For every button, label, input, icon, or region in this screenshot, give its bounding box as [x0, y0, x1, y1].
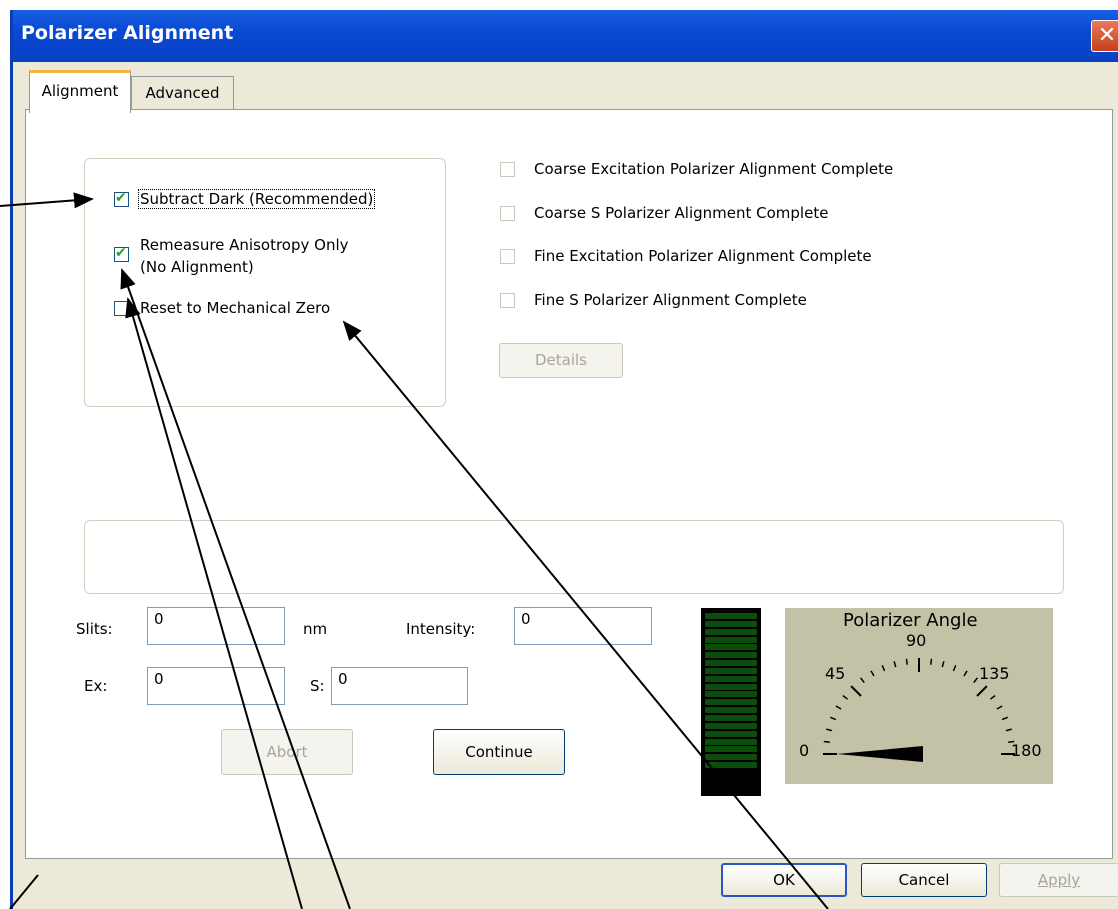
dial-tick: [1008, 740, 1015, 743]
subtract-dark-checkbox[interactable]: ✔: [114, 190, 129, 207]
reset-mechanical-zero-checkbox[interactable]: [114, 301, 129, 316]
dial-tick: [952, 665, 957, 672]
dial-tick: [850, 685, 862, 697]
dial-tick: [973, 677, 979, 684]
dial-tick: [870, 670, 875, 677]
dial-tick: [830, 716, 837, 721]
dial-tick: [881, 665, 886, 672]
s-input[interactable]: 0: [331, 667, 468, 705]
cancel-button[interactable]: Cancel: [861, 863, 987, 897]
meter-segment: [705, 628, 757, 635]
slits-input[interactable]: 0: [147, 607, 285, 645]
dial-tick: [989, 694, 996, 700]
message-area: [84, 520, 1064, 594]
polarizer-alignment-dialog: Polarizer Alignment ✕ Alignment Advanced…: [10, 10, 1118, 909]
check-mark-icon: ✔: [115, 190, 127, 206]
reset-mechanical-zero-label[interactable]: Reset to Mechanical Zero: [140, 299, 330, 317]
meter-segment: [705, 714, 757, 721]
meter-segment: [705, 675, 757, 682]
dial-tick: [905, 658, 908, 665]
intensity-input[interactable]: 0: [514, 607, 652, 645]
dial-tick: [893, 661, 897, 668]
status-label: Coarse Excitation Polarizer Alignment Co…: [534, 160, 894, 178]
meter-segment: [705, 738, 757, 745]
remeasure-anisotropy-checkbox[interactable]: ✔: [114, 245, 129, 262]
dial-tick: [976, 685, 988, 697]
tab-advanced[interactable]: Advanced: [131, 76, 234, 111]
ex-input[interactable]: 0: [147, 667, 285, 705]
apply-button[interactable]: Apply: [999, 863, 1118, 897]
ex-label: Ex:: [84, 677, 108, 695]
dial-tick: [930, 658, 933, 665]
dial-tick: [1001, 716, 1008, 721]
status-label: Coarse S Polarizer Alignment Complete: [534, 204, 829, 222]
dial-tick: [996, 705, 1003, 710]
dial-tick: [826, 728, 833, 732]
intensity-label: Intensity:: [406, 620, 476, 638]
meter-segment: [705, 620, 757, 627]
meter-segment: [705, 691, 757, 698]
dial-gauge: [823, 658, 1015, 762]
dial-tick: [941, 661, 945, 668]
status-label: Fine Excitation Polarizer Alignment Comp…: [534, 247, 872, 265]
continue-button[interactable]: Continue: [433, 729, 565, 775]
status-checkbox: [500, 206, 515, 221]
remeasure-anisotropy-label-line2[interactable]: (No Alignment): [140, 258, 254, 276]
polarizer-angle-dial: Polarizer Angle 90 45 135 0 180: [785, 608, 1053, 784]
meter-segment: [705, 754, 757, 761]
meter-segment: [705, 660, 757, 667]
status-label: Fine S Polarizer Alignment Complete: [534, 291, 807, 309]
details-button[interactable]: Details: [499, 343, 623, 378]
dial-needle: [837, 746, 923, 762]
meter-segment: [705, 667, 757, 674]
meter-segment: [705, 652, 757, 659]
remeasure-anisotropy-label-line1[interactable]: Remeasure Anisotropy Only: [140, 236, 349, 254]
check-mark-icon: ✔: [115, 245, 127, 261]
meter-segment: [705, 683, 757, 690]
meter-segment: [705, 636, 757, 643]
meter-segment: [705, 746, 757, 753]
meter-segment: [705, 644, 757, 651]
dial-tick: [1005, 728, 1012, 732]
dial-ticks: [823, 658, 1015, 755]
intensity-meter: [701, 608, 761, 796]
abort-button[interactable]: Abort: [221, 729, 353, 775]
slits-unit-label: nm: [303, 620, 328, 638]
dial-tick: [963, 670, 968, 677]
slits-label: Slits:: [76, 620, 113, 638]
subtract-dark-label[interactable]: Subtract Dark (Recommended): [138, 189, 376, 209]
window-title: Polarizer Alignment: [21, 22, 234, 44]
dial-tick: [835, 705, 842, 710]
meter-segment: [705, 613, 757, 619]
meter-segment: [705, 722, 757, 729]
meter-segment: [705, 699, 757, 706]
meter-segment: [705, 762, 757, 769]
dial-tick: [842, 694, 849, 700]
s-label: S:: [310, 677, 325, 695]
dial-tick: [823, 740, 830, 743]
dial-tick: [859, 677, 865, 684]
status-checkbox: [500, 249, 515, 264]
title-bar[interactable]: Polarizer Alignment ✕: [13, 10, 1118, 62]
meter-segment: [705, 707, 757, 714]
tab-alignment[interactable]: Alignment: [29, 70, 131, 113]
close-icon[interactable]: ✕: [1091, 20, 1118, 52]
meter-segment: [705, 730, 757, 737]
status-checkbox: [500, 162, 515, 177]
ok-button[interactable]: OK: [721, 863, 847, 897]
status-checkbox: [500, 293, 515, 308]
